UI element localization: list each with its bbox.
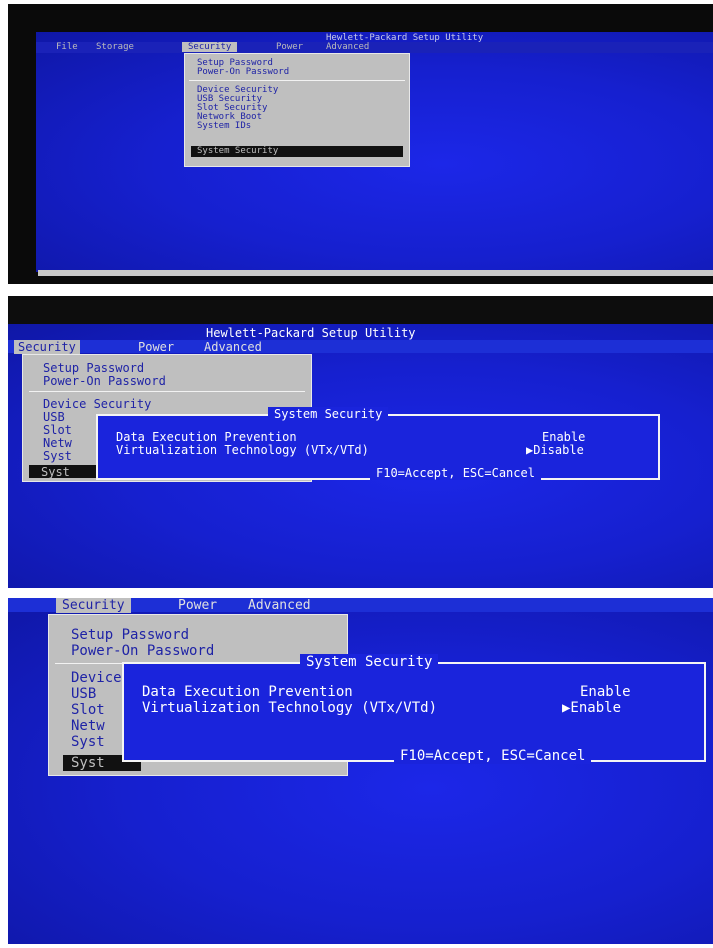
photo-panel-2: Hewlett-Packard Setup Utility Security P… [8,296,713,588]
dep-label: Data Execution Prevention [142,684,353,700]
dialog-footer: F10=Accept, ESC=Cancel [370,466,541,480]
menu-item-slot-truncated[interactable]: Slot [43,423,72,437]
dialog-title: System Security [268,407,389,421]
system-security-dialog: System Security Data Execution Preventio… [122,654,706,764]
bios-screen: Hewlett-Packard Setup Utility Security P… [8,324,713,588]
menu-bar: File Storage Security Power Advanced [36,42,713,53]
menu-item-system-security-label: System Security [197,146,279,156]
vt-label: Virtualization Technology (VTx/VTd) [142,700,438,716]
menu-item-system-security[interactable]: System Security [191,146,403,157]
menu-separator [29,391,305,392]
menu-file[interactable]: File [56,42,78,52]
monitor-bottom-edge [38,270,713,276]
menu-item-device-security[interactable]: Device Security [43,397,151,411]
menu-item-power-on-password[interactable]: Power-On Password [43,374,166,388]
menu-item-power-on-password[interactable]: Power-On Password [71,643,214,659]
menu-advanced[interactable]: Advanced [326,42,369,52]
vt-label: Virtualization Technology (VTx/VTd) [116,443,369,457]
menu-advanced[interactable]: Advanced [204,340,262,354]
menu-security[interactable]: Security [182,42,238,52]
menu-item-system-ids-truncated[interactable]: Syst [71,734,105,750]
menu-separator [189,80,405,81]
dep-value[interactable]: Enable [542,430,585,444]
menu-advanced[interactable]: Advanced [248,598,311,613]
vt-value[interactable]: ▶Enable [562,700,621,716]
menu-item-system-ids[interactable]: System IDs [197,121,251,131]
menu-item-network-truncated[interactable]: Netw [43,436,72,450]
dep-label: Data Execution Prevention [116,430,297,444]
menu-item-system-ids-truncated[interactable]: Syst [43,449,72,463]
menu-item-usb-truncated[interactable]: USB [43,410,65,424]
menu-item-slot-truncated[interactable]: Slot [71,702,105,718]
dep-value[interactable]: Enable [580,684,631,700]
menu-bar: Security Power Advanced [8,340,713,354]
menu-item-setup-password[interactable]: Setup Password [71,627,189,643]
dialog-footer: F10=Accept, ESC=Cancel [394,748,592,764]
menu-item-system-security-label: Syst [41,465,70,479]
system-security-dialog: System Security Data Execution Preventio… [96,407,660,480]
security-dropdown: Setup Password Power-On Password Device … [184,53,410,167]
photo-panel-3: Security Power Advanced Setup Password P… [8,598,713,944]
menu-security[interactable]: Security [56,598,131,613]
menu-power[interactable]: Power [276,42,303,52]
menu-item-network-truncated[interactable]: Netw [71,718,105,734]
menu-security[interactable]: Security [14,340,80,354]
bios-screen: Hewlett-Packard Setup Utility File Stora… [36,32,713,272]
dialog-title: System Security [300,654,439,670]
menu-storage[interactable]: Storage [96,42,134,52]
photo-panel-1: Hewlett-Packard Setup Utility File Stora… [8,4,713,284]
menu-power[interactable]: Power [178,598,217,613]
app-title: Hewlett-Packard Setup Utility [206,326,416,340]
vt-value[interactable]: ▶Disable [526,443,584,457]
menu-item-setup-password[interactable]: Setup Password [43,361,144,375]
menu-bar: Security Power Advanced [8,598,713,613]
menu-item-usb-truncated[interactable]: USB [71,686,96,702]
bios-screen: Security Power Advanced Setup Password P… [8,598,713,944]
menu-power[interactable]: Power [138,340,174,354]
menu-item-power-on-password[interactable]: Power-On Password [197,67,289,77]
menu-item-system-security-label: Syst [71,755,105,771]
